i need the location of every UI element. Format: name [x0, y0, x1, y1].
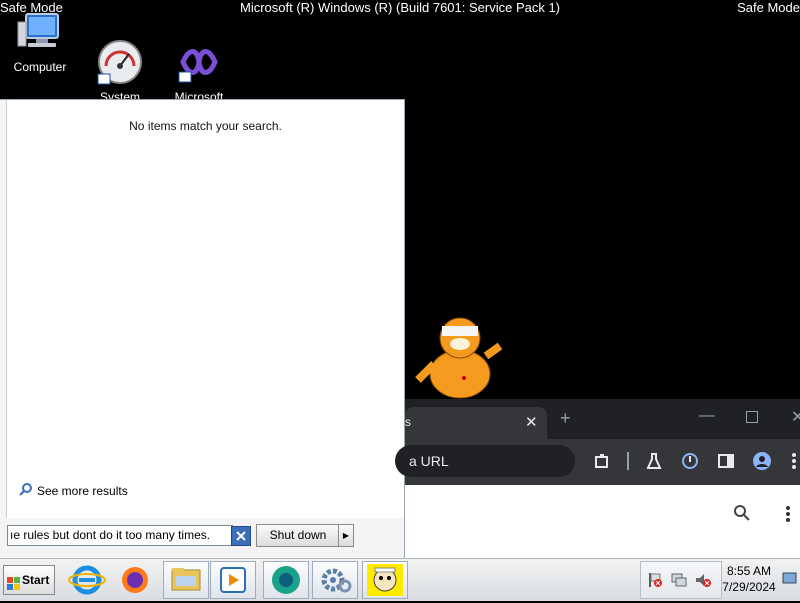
more-menu-icon[interactable] [791, 452, 800, 470]
taskbar-app-cartoon-cat[interactable] [362, 561, 408, 599]
browser-tab[interactable]: s ✕ [405, 407, 547, 439]
see-more-results-link[interactable]: See more results [19, 482, 128, 499]
browser-page-content [405, 485, 800, 559]
download-progress-icon[interactable] [681, 452, 699, 470]
speedometer-icon [96, 23, 144, 85]
search-results-panel: No items match your search. See more res… [6, 100, 404, 518]
desktop-icon-label: Computer [13, 60, 67, 74]
browser-tab-strip: s ✕ + — ✕ [405, 399, 800, 439]
system-clock[interactable]: 8:55 AM 7/29/2024 [718, 563, 780, 595]
taskbar-app-file-explorer[interactable] [163, 561, 209, 599]
no-items-message: No items match your search. [129, 119, 282, 133]
show-desktop-icon [782, 572, 797, 584]
notification-area [640, 561, 722, 599]
taskbar-app-settings[interactable] [312, 561, 358, 599]
cartoon-cat-buddy[interactable] [412, 314, 504, 400]
network-icon[interactable] [671, 572, 687, 593]
close-tab-icon[interactable]: ✕ [525, 413, 538, 431]
taskbar-app-internet-explorer[interactable] [64, 561, 110, 599]
page-more-menu-icon[interactable] [785, 505, 791, 528]
volume-muted-icon[interactable] [695, 572, 711, 593]
clear-search-icon[interactable] [231, 526, 251, 546]
taskbar-app-chrome-like[interactable] [263, 561, 309, 599]
start-button[interactable]: Start [3, 565, 55, 595]
address-bar-placeholder: a URL [409, 453, 449, 469]
action-center-flag-icon[interactable] [647, 572, 663, 593]
browser-toolbar: a URL [395, 439, 800, 485]
profile-avatar-icon[interactable] [753, 452, 771, 470]
start-menu: No items match your search. See more res… [0, 99, 405, 558]
magnifier-icon [19, 482, 33, 499]
clock-date: 7/29/2024 [722, 580, 776, 594]
chrome-like-icon [272, 566, 300, 594]
minimize-icon[interactable]: — [699, 407, 715, 425]
computer-icon [16, 8, 64, 56]
new-tab-icon[interactable]: + [560, 408, 571, 429]
browser-tab-title: s [405, 415, 411, 429]
taskbar-app-firefox[interactable] [112, 561, 158, 599]
address-bar[interactable]: a URL [395, 445, 575, 477]
maximize-icon[interactable] [746, 411, 758, 423]
clock-time: 8:55 AM [726, 564, 772, 578]
desktop-icon-computer[interactable]: Computer [4, 8, 76, 75]
firefox-icon [122, 567, 148, 593]
cartoon-cat-icon [367, 564, 403, 596]
taskbar: Start 8:55 AM 7/29/2024 [0, 558, 800, 601]
safe-mode-label-right: Safe Mode [737, 0, 800, 15]
start-label: Start [22, 573, 50, 587]
visual-studio-icon [175, 23, 223, 83]
show-desktop-button[interactable] [780, 561, 798, 597]
shutdown-button[interactable]: Shut down [256, 524, 340, 547]
media-player-icon [220, 567, 246, 593]
taskbar-app-media-player[interactable] [210, 561, 256, 599]
close-window-icon[interactable]: ✕ [791, 407, 800, 427]
toolbar-divider [627, 452, 629, 470]
side-panel-icon[interactable] [717, 452, 735, 470]
start-search-input[interactable]: ıe rules but dont do it too many times. [7, 525, 233, 546]
labs-flask-icon[interactable] [645, 452, 663, 470]
windows-logo-icon [7, 573, 21, 601]
settings-gear-icon [321, 568, 352, 593]
browser-window: s ✕ + — ✕ a URL [395, 399, 800, 559]
file-explorer-icon [171, 568, 201, 591]
see-more-label: See more results [37, 483, 128, 498]
search-icon[interactable] [734, 505, 750, 526]
shutdown-options-arrow-icon[interactable]: ▶ [338, 524, 354, 547]
internet-explorer-icon [68, 565, 106, 595]
extensions-icon[interactable] [593, 452, 611, 470]
